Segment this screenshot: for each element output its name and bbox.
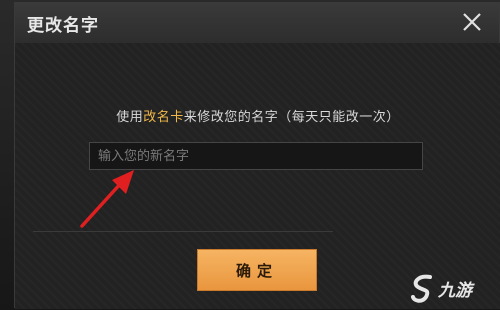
dialog-title: 更改名字	[27, 16, 99, 36]
annotation-arrow-icon	[80, 170, 134, 228]
watermark-text: 九游	[438, 280, 472, 301]
rename-card-link: 改名卡	[143, 110, 184, 125]
jiuyou-logo-icon	[411, 274, 432, 303]
close-icon[interactable]	[459, 9, 485, 35]
dialog-header: 更改名字	[15, 3, 499, 44]
instruction-suffix: 来修改您的名字（每天只能改一次）	[183, 110, 400, 125]
new-name-input[interactable]	[89, 142, 423, 170]
rename-dialog: 更改名字 使用改名卡来修改您的名字（每天只能改一次） 确定	[14, 2, 500, 309]
instruction-prefix: 使用	[116, 110, 144, 125]
confirm-button[interactable]: 确定	[197, 249, 317, 291]
watermark: 九游	[410, 268, 500, 308]
instruction-text: 使用改名卡来修改您的名字（每天只能改一次）	[15, 106, 500, 125]
